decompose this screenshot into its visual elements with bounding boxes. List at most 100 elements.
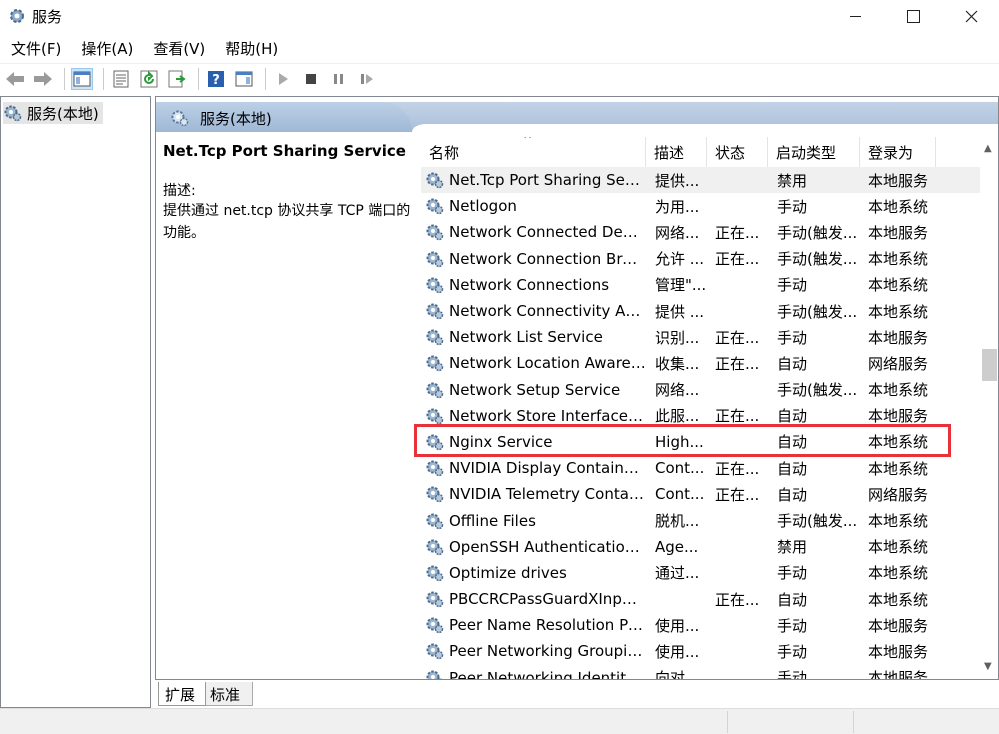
menu-file[interactable]: 文件(F) [0, 35, 71, 61]
cell-name: Network Connection Broker [421, 250, 646, 268]
vertical-scrollbar[interactable]: ▲ ▼ [980, 137, 998, 679]
export-list-button[interactable] [166, 68, 188, 90]
column-header-status[interactable]: 状态 [707, 137, 768, 167]
services-list: ^ 名称 描述 状态 启动类型 登录为 Net.Tcp Port Sharing… [421, 137, 981, 680]
description-label: 描述: [163, 183, 196, 199]
cell-logon-as: 本地服务 [868, 223, 929, 242]
maximize-button[interactable] [884, 0, 942, 32]
cell-startup-type: 禁用 [777, 171, 808, 190]
tab-extended[interactable]: 扩展 [158, 682, 206, 706]
cell-logon-as: 本地系统 [868, 276, 929, 295]
show-hide-console-tree-button[interactable] [71, 67, 93, 90]
table-row[interactable]: Optimize drives 通过... 手动 本地系统 [421, 560, 981, 586]
table-row[interactable]: Network Connections 管理"... 手动 本地系统 [421, 272, 981, 298]
refresh-button[interactable] [138, 68, 160, 90]
column-header-name[interactable]: ^ 名称 [421, 137, 646, 167]
table-row[interactable]: Network Location Awarene... 收集... 正在... 自动 网… [421, 350, 981, 376]
cell-startup-type: 自动 [777, 485, 808, 504]
cell-name: Offline Files [421, 512, 646, 530]
table-row[interactable]: OpenSSH Authentication ... Age... 禁用 本地系统 [421, 534, 981, 560]
service-gear-icon [426, 539, 444, 555]
properties-button[interactable] [110, 68, 132, 90]
table-row[interactable]: Offline Files 脱机... 手动(触发... 本地系统 [421, 507, 981, 533]
cell-startup-type: 自动 [777, 459, 808, 478]
service-name: Peer Networking Grouping [449, 642, 646, 661]
cell-description: High... [655, 432, 704, 451]
table-row[interactable]: Network Connectivity Assis... 提供 ... 手动(触发… [421, 298, 981, 324]
cell-logon-as: 本地服务 [868, 669, 929, 680]
cell-logon-as: 本地系统 [868, 512, 929, 531]
tree-item-label: 服务(本地) [27, 104, 99, 123]
restart-service-button[interactable] [356, 68, 378, 90]
cell-description: 提供... [655, 171, 700, 190]
service-gear-icon [426, 513, 444, 529]
service-name: Nginx Service [449, 432, 553, 451]
pane-header-curve [412, 124, 998, 132]
menu-action[interactable]: 操作(A) [71, 35, 143, 61]
table-row[interactable]: Netlogon 为用... 手动 本地系统 [421, 193, 981, 219]
table-row[interactable]: Nginx Service High... 自动 本地系统 [421, 429, 981, 455]
column-header-label: 名称 [429, 144, 460, 162]
table-row[interactable]: NVIDIA Telemetry Container Cont... 正在... 自动… [421, 481, 981, 507]
service-name: Network Connectivity Assis... [449, 302, 646, 321]
service-name: Network Connections [449, 275, 610, 294]
tab-standard[interactable]: 标准 [203, 682, 253, 706]
help-button[interactable]: ? [205, 68, 227, 90]
toolbar-separator [198, 67, 199, 90]
stop-service-button[interactable] [300, 68, 322, 90]
table-row[interactable]: NVIDIA Display Container LS Cont... 正在... 自… [421, 455, 981, 481]
action-pane-icon [235, 71, 253, 86]
table-row[interactable]: Network Store Interface Se... 此服... 正在... 自… [421, 403, 981, 429]
restart-icon [361, 73, 373, 84]
tree-item-services-local[interactable]: 服务(本地) [3, 102, 103, 124]
cell-name: Peer Name Resolution Pro... [421, 616, 646, 634]
cell-name: Network Connectivity Assis... [421, 302, 646, 320]
status-bar [0, 708, 999, 734]
cell-logon-as: 网络服务 [868, 354, 929, 373]
start-service-button[interactable] [272, 68, 294, 90]
back-button[interactable] [4, 68, 26, 90]
cell-status: 正在... [715, 354, 760, 373]
close-button[interactable] [942, 0, 999, 32]
cell-logon-as: 本地系统 [868, 459, 929, 478]
services-gear-icon [4, 105, 22, 122]
cell-description: Age... [655, 537, 699, 556]
column-header-description[interactable]: 描述 [646, 137, 707, 167]
column-header-startup-type[interactable]: 启动类型 [768, 137, 860, 167]
table-row[interactable]: Network List Service 识别... 正在... 手动 本地服务 [421, 324, 981, 350]
play-icon [279, 72, 288, 85]
table-row[interactable]: Peer Name Resolution Pro... 使用... 手动 本地服务 [421, 612, 981, 638]
show-hide-action-pane-button[interactable] [233, 68, 255, 90]
scrollbar-thumb[interactable] [982, 349, 997, 381]
services-gear-icon [171, 110, 189, 127]
cell-logon-as: 本地系统 [868, 302, 929, 321]
cell-startup-type: 手动 [777, 616, 808, 635]
view-tabs: 标准 扩展 [155, 680, 999, 707]
forward-button[interactable] [32, 68, 54, 90]
cell-logon-as: 本地系统 [868, 250, 929, 269]
cell-description: 为用... [655, 197, 700, 216]
cell-status: 正在... [715, 328, 760, 347]
pause-service-button[interactable] [328, 68, 350, 90]
table-row[interactable]: Net.Tcp Port Sharing Service 提供... 禁用 本地服务 [421, 167, 981, 194]
menu-help[interactable]: 帮助(H) [215, 35, 288, 61]
column-header-label: 描述 [654, 144, 685, 162]
table-row[interactable]: Network Connection Broker 允许 ... 正在... 手动(触… [421, 246, 981, 272]
table-row[interactable]: Network Setup Service 网络... 手动(触发... 本地系统 [421, 377, 981, 403]
table-row[interactable]: PBCCRCPassGuardXInputS... 正在... 自动 本地系统 [421, 586, 981, 612]
scroll-down-icon[interactable]: ▼ [984, 661, 992, 672]
services-pane: 服务(本地) Net.Tcp Port Sharing Service 描述: … [155, 96, 999, 680]
cell-status: 正在... [715, 223, 760, 242]
cell-description: 此服... [655, 407, 700, 426]
table-row[interactable]: Network Connected Devic... 网络... 正在... 手动(触… [421, 219, 981, 245]
minimize-button[interactable] [826, 0, 884, 32]
menu-view[interactable]: 查看(V) [143, 35, 215, 61]
table-row[interactable]: Peer Networking Grouping 使用... 手动 本地服务 [421, 638, 981, 664]
pane-header-tab [156, 102, 412, 132]
service-gear-icon [426, 303, 444, 320]
cell-description: 通过... [655, 564, 700, 583]
table-row[interactable]: Peer Networking Identity ... 向对... 手动 本地服务 [421, 665, 981, 680]
scroll-up-icon[interactable]: ▲ [984, 143, 992, 154]
column-header-logon-as[interactable]: 登录为 [860, 137, 936, 167]
service-gear-icon [426, 224, 444, 241]
